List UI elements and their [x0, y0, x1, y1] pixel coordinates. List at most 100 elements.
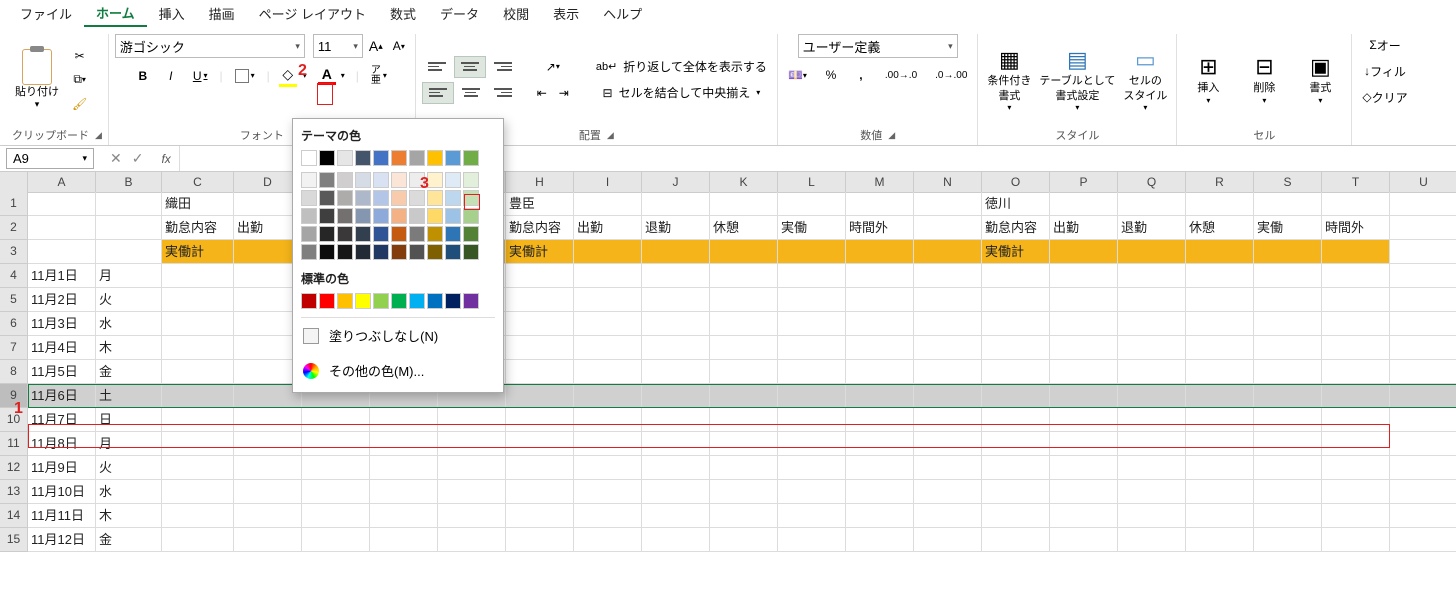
cell[interactable] [642, 192, 710, 216]
cell[interactable] [914, 264, 982, 288]
row-header[interactable]: 6 [0, 312, 28, 336]
orientation-button[interactable]: ↗▾ [532, 56, 574, 78]
valign-bottom-button[interactable] [488, 56, 518, 78]
color-swatch[interactable] [445, 244, 461, 260]
cell[interactable] [506, 336, 574, 360]
color-swatch[interactable] [463, 226, 479, 242]
valign-middle-button[interactable] [454, 56, 486, 78]
cell[interactable] [642, 384, 710, 408]
number-launcher[interactable]: ◢ [888, 130, 895, 141]
conditional-format-button[interactable]: ▦ 条件付き 書式▾ [984, 42, 1034, 118]
cell[interactable] [1390, 264, 1456, 288]
cell[interactable] [574, 432, 642, 456]
cell[interactable] [302, 408, 370, 432]
cell[interactable] [574, 264, 642, 288]
cell[interactable] [1050, 456, 1118, 480]
color-swatch[interactable] [445, 208, 461, 224]
cell[interactable] [778, 384, 846, 408]
cell[interactable]: 木 [96, 336, 162, 360]
color-swatch[interactable] [319, 150, 335, 166]
cell[interactable] [1050, 504, 1118, 528]
column-header[interactable]: M [846, 172, 914, 193]
cell[interactable] [506, 288, 574, 312]
cell[interactable] [1254, 360, 1322, 384]
cell[interactable] [28, 192, 96, 216]
color-swatch[interactable] [463, 190, 479, 206]
cell[interactable] [914, 216, 982, 240]
format-painter-button[interactable]: 🖌 [68, 93, 91, 115]
cell[interactable]: 出勤 [1050, 216, 1118, 240]
cell[interactable] [370, 528, 438, 552]
cell[interactable] [1050, 528, 1118, 552]
color-swatch[interactable] [355, 226, 371, 242]
row-header[interactable]: 5 [0, 288, 28, 312]
percent-button[interactable]: % [821, 64, 841, 86]
color-swatch[interactable] [301, 172, 317, 188]
cell[interactable] [778, 480, 846, 504]
cell[interactable] [162, 408, 234, 432]
menu-formulas[interactable]: 数式 [378, 1, 428, 26]
cell[interactable] [642, 264, 710, 288]
borders-button[interactable]: ▾ [231, 65, 259, 87]
paste-button[interactable]: 貼り付け ▾ [12, 45, 62, 115]
cell[interactable] [1050, 336, 1118, 360]
cell[interactable] [710, 264, 778, 288]
row-header[interactable]: 13 [0, 480, 28, 504]
color-swatch[interactable] [391, 172, 407, 188]
cell[interactable] [982, 360, 1050, 384]
cell[interactable] [1050, 288, 1118, 312]
cell[interactable] [846, 432, 914, 456]
cell[interactable] [710, 192, 778, 216]
copy-button[interactable]: ⧉▾ [68, 69, 91, 91]
cell[interactable]: 勤怠内容 [982, 216, 1050, 240]
cell[interactable] [162, 528, 234, 552]
cell[interactable] [1186, 336, 1254, 360]
color-swatch[interactable] [319, 226, 335, 242]
color-swatch[interactable] [355, 293, 371, 309]
cell[interactable] [1186, 384, 1254, 408]
color-swatch[interactable] [319, 190, 335, 206]
cell[interactable] [1186, 360, 1254, 384]
cell[interactable] [506, 432, 574, 456]
color-swatch[interactable] [355, 208, 371, 224]
cell[interactable] [1118, 264, 1186, 288]
row-header[interactable]: 15 [0, 528, 28, 552]
cell[interactable] [914, 432, 982, 456]
cell[interactable] [846, 384, 914, 408]
cell[interactable] [1118, 384, 1186, 408]
row-header[interactable]: 14 [0, 504, 28, 528]
autosum-button[interactable]: Σ オー [1365, 34, 1404, 56]
color-swatch[interactable] [355, 244, 371, 260]
insert-cells-button[interactable]: ⊞挿入▾ [1183, 49, 1233, 110]
color-swatch[interactable] [391, 150, 407, 166]
cell[interactable] [1186, 288, 1254, 312]
cell[interactable] [710, 504, 778, 528]
accounting-button[interactable]: 💷▾ [784, 64, 811, 86]
color-swatch[interactable] [391, 208, 407, 224]
cell[interactable] [506, 312, 574, 336]
color-swatch[interactable] [463, 244, 479, 260]
cell[interactable]: 11月3日 [28, 312, 96, 336]
cell[interactable] [710, 384, 778, 408]
menu-review[interactable]: 校閲 [491, 1, 541, 26]
cell[interactable] [162, 432, 234, 456]
cell[interactable] [370, 504, 438, 528]
cell[interactable] [982, 504, 1050, 528]
cell[interactable] [642, 432, 710, 456]
cell[interactable] [846, 480, 914, 504]
cell[interactable] [778, 408, 846, 432]
cell[interactable] [1390, 360, 1456, 384]
cell[interactable] [1254, 480, 1322, 504]
cell[interactable] [1050, 480, 1118, 504]
cell[interactable] [574, 312, 642, 336]
color-swatch[interactable] [445, 190, 461, 206]
menu-help[interactable]: ヘルプ [591, 1, 654, 26]
cell[interactable] [302, 480, 370, 504]
cell[interactable] [96, 192, 162, 216]
cell[interactable] [234, 456, 302, 480]
number-format-combo[interactable]: ユーザー定義▾ [798, 34, 958, 58]
column-header[interactable]: U [1390, 172, 1456, 193]
cell[interactable] [982, 264, 1050, 288]
increase-font-button[interactable]: A▴ [365, 35, 387, 57]
cell[interactable] [28, 216, 96, 240]
